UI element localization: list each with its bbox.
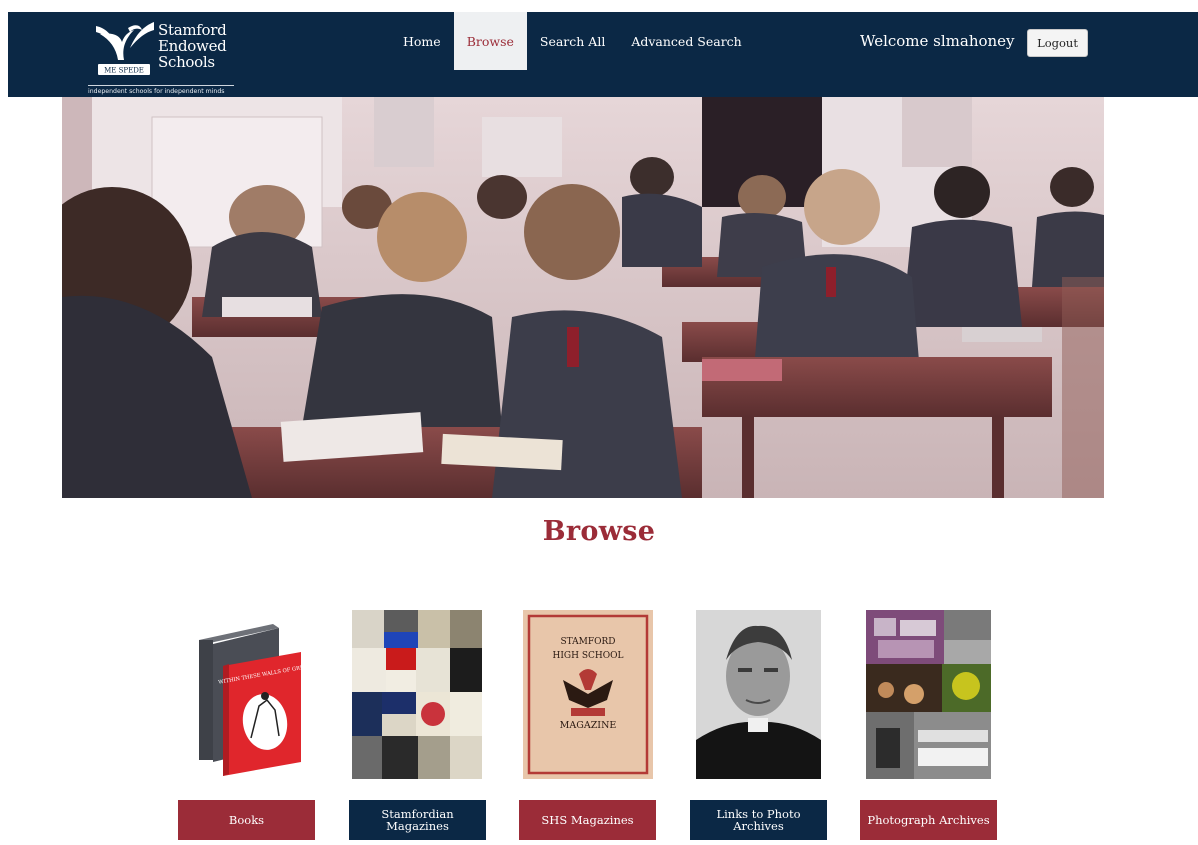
photograph-archives-thumbnail[interactable] [866, 610, 991, 779]
svg-text:ME SPEDE: ME SPEDE [104, 67, 144, 75]
nav-home[interactable]: Home [390, 12, 454, 70]
shs-magazines-button[interactable]: SHS Magazines [519, 800, 656, 840]
svg-text:STAMFORD: STAMFORD [560, 637, 615, 647]
logout-button[interactable]: Logout [1027, 29, 1088, 57]
photograph-archives-button[interactable]: Photograph Archives [860, 800, 997, 840]
logo-line-1: Stamford [158, 21, 227, 39]
page-title: Browse [542, 516, 656, 547]
logo-divider [88, 85, 234, 86]
links-to-photo-archives-button[interactable]: Links to Photo Archives [690, 800, 827, 840]
shs-magazines-thumbnail[interactable]: STAMFORD HIGH SCHOOL MAGAZINE [523, 610, 653, 779]
logo-wordmark: Stamford Endowed Schools [158, 21, 227, 71]
hero-classroom-photo [62, 97, 1104, 498]
nav-advanced-search[interactable]: Advanced Search [618, 12, 754, 70]
main-nav: Home Browse Search All Advanced Search [390, 12, 755, 70]
top-navigation-bar: ME SPEDE Stamford Endowed Schools indepe… [8, 12, 1198, 97]
nav-browse[interactable]: Browse [453, 12, 527, 70]
welcome-message: Welcome slmahoney [860, 32, 1015, 50]
svg-text:MAGAZINE: MAGAZINE [560, 720, 617, 731]
photo-links-thumbnail[interactable] [696, 610, 821, 779]
school-logo[interactable]: ME SPEDE Stamford Endowed Schools indepe… [88, 18, 238, 96]
swan-crest-icon: ME SPEDE [96, 22, 154, 75]
books-button[interactable]: Books [178, 800, 315, 840]
nav-search-all[interactable]: Search All [527, 12, 618, 70]
stamfordian-magazines-button[interactable]: Stamfordian Magazines [349, 800, 486, 840]
logo-tagline: independent schools for independent mind… [88, 88, 225, 95]
books-thumbnail[interactable]: WITHIN THESE WALLS OF GREY [193, 610, 307, 779]
svg-text:HIGH SCHOOL: HIGH SCHOOL [553, 651, 624, 661]
logo-line-2: Endowed [158, 37, 227, 55]
logo-line-3: Schools [158, 53, 215, 71]
stamfordian-magazines-thumbnail[interactable] [352, 610, 482, 779]
